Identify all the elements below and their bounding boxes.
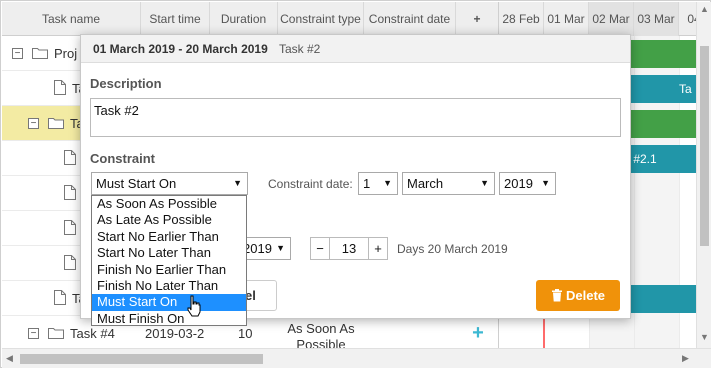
dropdown-option[interactable]: Must Finish On (92, 311, 246, 327)
file-icon (64, 150, 76, 165)
grid-header: Task name Start time Duration Constraint… (2, 2, 498, 36)
chevron-down-icon: ▼ (541, 178, 550, 188)
dropdown-option[interactable]: Finish No Later Than (92, 278, 246, 294)
folder-icon (32, 48, 48, 59)
description-label: Description (90, 76, 162, 91)
horizontal-scroll-thumb[interactable] (20, 354, 263, 364)
delete-label: Delete (565, 288, 606, 303)
vertical-scroll-thumb[interactable] (700, 46, 709, 246)
chevron-down-icon: ▼ (276, 243, 285, 253)
plus-icon: + (472, 322, 484, 344)
scroll-up-icon[interactable]: ▲ (700, 4, 709, 14)
constraint-label: Constraint (90, 151, 155, 166)
trash-icon (551, 289, 562, 302)
folder-icon (48, 118, 64, 129)
duration-end-text: Days 20 March 2019 (397, 242, 508, 256)
duration-year-value: 2019 (243, 241, 272, 256)
folder-icon (48, 328, 64, 339)
duration-decrement-button[interactable]: − (310, 237, 330, 260)
duration-increment-button[interactable]: + (368, 237, 388, 260)
dropdown-option-highlighted[interactable]: Must Start On (92, 294, 246, 311)
task-edit-dialog: 01 March 2019 - 20 March 2019 Task #2 De… (80, 34, 631, 326)
collapse-toggle[interactable]: − (28, 118, 39, 129)
scroll-left-icon[interactable]: ◀ (6, 353, 13, 364)
constraint-day-select[interactable]: 1 ▼ (358, 172, 398, 195)
dialog-task-title: Task #2 (279, 42, 321, 56)
scroll-right-icon[interactable]: ▶ (682, 353, 689, 364)
column-header-constraint-type[interactable]: Constraint type (278, 2, 364, 36)
scale-day: 02 Mar (589, 2, 634, 36)
scroll-down-icon[interactable]: ▼ (700, 332, 709, 342)
add-subtask-button[interactable]: + (458, 316, 498, 348)
gantt-chart: Task name Start time Duration Constraint… (0, 0, 711, 368)
dropdown-option[interactable]: Start No Earlier Than (92, 229, 246, 245)
description-textarea[interactable]: Task #2 (90, 98, 621, 137)
table-row[interactable]: − Task #4 2019-03-2 10 As Soon As Possib… (2, 316, 498, 348)
constraint-type-select[interactable]: Must Start On ▼ (91, 172, 248, 195)
dropdown-option[interactable]: Start No Later Than (92, 245, 246, 261)
dialog-date-range: 01 March 2019 - 20 March 2019 (93, 42, 268, 56)
column-header-task-name[interactable]: Task name (2, 2, 141, 36)
dropdown-option[interactable]: As Soon As Possible (92, 196, 246, 212)
file-icon (54, 290, 66, 305)
horizontal-scrollbar[interactable]: ◀ ▶ (2, 348, 711, 368)
scale-day: 01 Mar (544, 2, 589, 36)
duration-year-select[interactable]: 2019 ▼ (241, 237, 291, 260)
dropdown-option[interactable]: Finish No Earlier Than (92, 262, 246, 278)
column-header-constraint-date[interactable]: Constraint date (364, 2, 456, 36)
constraint-type-value: Must Start On (96, 176, 177, 191)
scale-day: 03 Mar (634, 2, 679, 36)
collapse-toggle[interactable]: − (28, 328, 39, 339)
constraint-month-value: March (407, 176, 444, 191)
vertical-scrollbar[interactable]: ▲ ▼ (696, 2, 711, 348)
constraint-type: As Soon As Possible (287, 321, 355, 348)
column-header-start-time[interactable]: Start time (141, 2, 210, 36)
scale-day: 28 Feb (499, 2, 544, 36)
plus-icon: + (473, 12, 481, 26)
dialog-header: 01 March 2019 - 20 March 2019 Task #2 (81, 35, 630, 63)
timeline-scale: 28 Feb 01 Mar 02 Mar 03 Mar 04 (498, 2, 708, 36)
duration-input[interactable]: 13 (330, 237, 368, 260)
constraint-date-label: Constraint date: (268, 177, 353, 191)
task-name: Proj (54, 46, 78, 61)
constraint-year-value: 2019 (504, 176, 533, 191)
chevron-down-icon: ▼ (480, 178, 489, 188)
dropdown-option[interactable]: As Late As Possible (92, 212, 246, 228)
collapse-toggle[interactable]: − (12, 48, 23, 59)
file-icon (64, 220, 76, 235)
column-header-duration[interactable]: Duration (210, 2, 278, 36)
hand-cursor-icon (187, 295, 201, 317)
constraint-type-dropdown-list: As Soon As Possible As Late As Possible … (91, 195, 247, 326)
constraint-day-value: 1 (363, 176, 371, 191)
delete-button[interactable]: Delete (536, 280, 620, 311)
constraint-year-select[interactable]: 2019 ▼ (499, 172, 556, 195)
file-icon (64, 185, 76, 200)
constraint-month-select[interactable]: March ▼ (402, 172, 495, 195)
add-task-header-button[interactable]: + (456, 2, 498, 36)
chevron-down-icon: ▼ (383, 178, 392, 188)
file-icon (64, 255, 76, 270)
file-icon (54, 80, 66, 95)
chevron-down-icon: ▼ (233, 178, 242, 188)
